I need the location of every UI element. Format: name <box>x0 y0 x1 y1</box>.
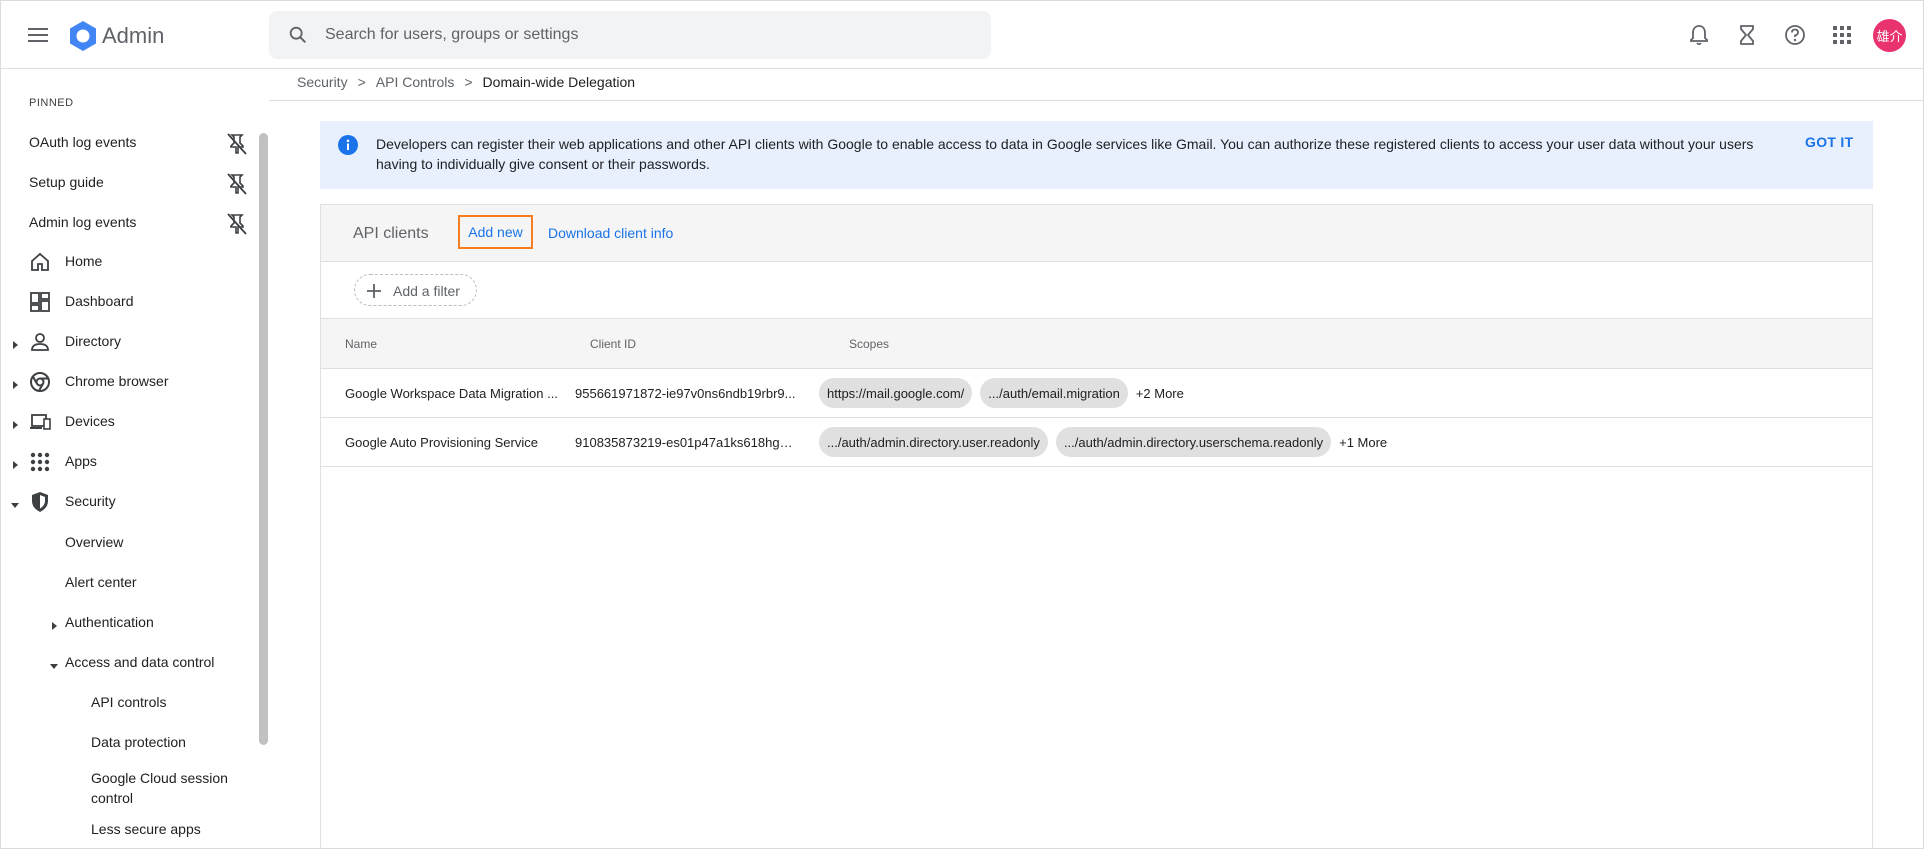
add-filter-label: Add a filter <box>393 283 460 299</box>
breadcrumb-separator: > <box>357 74 366 90</box>
scope-chip: .../auth/email.migration <box>980 378 1128 408</box>
sidebar-item-access-and-data-control[interactable]: Access and data control <box>65 654 214 670</box>
caret-down-icon[interactable] <box>10 497 20 508</box>
caret-right-icon[interactable] <box>10 457 20 469</box>
avatar[interactable]: 雄介 <box>1873 19 1906 52</box>
sidebar-item-overview[interactable]: Overview <box>65 534 123 550</box>
client-name: Google Workspace Data Migration ... <box>345 386 558 401</box>
filter-row: Add a filter <box>321 262 1872 319</box>
scopes-list: .../auth/admin.directory.user.readonly .… <box>819 427 1387 457</box>
sidebar-item-api-controls[interactable]: API controls <box>91 694 166 710</box>
sidebar-item-devices[interactable]: Devices <box>1 404 261 440</box>
api-clients-panel: API clients Add new Download client info… <box>320 204 1873 848</box>
home-icon <box>28 250 52 274</box>
apps-icon <box>28 450 52 474</box>
pinned-item-setup-guide[interactable]: Setup guide <box>29 174 104 190</box>
app-title[interactable]: Admin <box>102 23 164 49</box>
add-filter-button[interactable]: Add a filter <box>354 274 477 306</box>
search-bar[interactable] <box>269 11 991 59</box>
unpin-icon[interactable] <box>224 131 250 157</box>
column-header-name[interactable]: Name <box>345 337 377 351</box>
sidebar-item-alert-center[interactable]: Alert center <box>65 574 137 590</box>
banner-text: Developers can register their web applic… <box>376 136 1754 172</box>
chrome-icon <box>28 370 52 394</box>
dashboard-icon <box>28 290 52 314</box>
table-row[interactable]: Google Workspace Data Migration ... 9556… <box>321 369 1872 418</box>
sidebar-item-google-cloud-session-control[interactable]: Google Cloud session control <box>91 768 241 808</box>
bell-icon[interactable] <box>1684 20 1714 50</box>
sidebar-item-directory[interactable]: Directory <box>1 324 261 360</box>
caret-right-icon[interactable] <box>10 377 20 389</box>
pinned-label: PINNED <box>29 97 74 109</box>
panel-header: API clients Add new Download client info <box>321 205 1872 262</box>
sidebar-item-authentication[interactable]: Authentication <box>65 614 154 630</box>
column-header-scopes[interactable]: Scopes <box>849 337 889 351</box>
more-scopes-link[interactable]: +1 More <box>1339 435 1387 450</box>
sidebar-item-chrome-browser[interactable]: Chrome browser <box>1 364 261 400</box>
search-input[interactable] <box>325 11 965 59</box>
scope-chip: https://mail.google.com/ <box>819 378 973 408</box>
help-icon[interactable] <box>1780 20 1810 50</box>
info-icon <box>338 135 358 155</box>
panel-title: API clients <box>353 225 429 242</box>
menu-icon[interactable] <box>23 21 53 49</box>
scopes-list: https://mail.google.com/ .../auth/email.… <box>819 378 1184 408</box>
person-icon <box>28 330 52 354</box>
caret-right-icon[interactable] <box>10 337 20 349</box>
caret-down-icon[interactable] <box>49 658 59 669</box>
divider <box>269 100 1923 101</box>
unpin-icon[interactable] <box>224 171 250 197</box>
sidebar-item-data-protection[interactable]: Data protection <box>91 734 186 750</box>
top-bar: Admin 雄介 <box>1 1 1923 69</box>
client-name: Google Auto Provisioning Service <box>345 435 538 450</box>
shield-icon <box>28 490 52 514</box>
pinned-item-admin-log-events[interactable]: Admin log events <box>29 214 136 230</box>
got-it-button[interactable]: GOT IT <box>1805 134 1853 150</box>
plus-icon <box>365 282 383 300</box>
client-id: 955661971872-ie97v0ns6ndb19rbr9... <box>575 386 796 401</box>
client-id: 910835873219-es01p47a1ks618hgp... <box>575 435 797 450</box>
sidebar-item-dashboard[interactable]: Dashboard <box>1 284 261 320</box>
caret-right-icon[interactable] <box>10 417 20 429</box>
scope-chip: .../auth/admin.directory.user.readonly <box>819 427 1048 457</box>
apps-grid-icon[interactable] <box>1827 20 1857 50</box>
hourglass-icon[interactable] <box>1732 20 1762 50</box>
app-window: Admin 雄介 PINNED OAuth log events <box>0 0 1924 849</box>
sidebar-scrollbar[interactable] <box>259 133 268 745</box>
breadcrumb-current: Domain-wide Delegation <box>482 74 636 90</box>
search-icon[interactable] <box>287 24 309 46</box>
devices-icon <box>28 410 52 434</box>
info-banner: Developers can register their web applic… <box>320 121 1873 189</box>
table-header: Name Client ID Scopes <box>321 319 1872 369</box>
scope-chip: .../auth/admin.directory.userschema.read… <box>1055 427 1332 457</box>
breadcrumb-separator: > <box>464 74 473 90</box>
admin-logo-icon[interactable] <box>67 20 99 52</box>
sidebar-item-less-secure-apps[interactable]: Less secure apps <box>91 821 201 837</box>
unpin-icon[interactable] <box>224 211 250 237</box>
breadcrumb-security[interactable]: Security <box>297 74 348 90</box>
add-new-button[interactable]: Add new <box>458 215 533 249</box>
sidebar-item-security[interactable]: Security <box>1 484 261 520</box>
breadcrumb: Security > API Controls > Domain-wide De… <box>297 74 635 90</box>
breadcrumb-api-controls[interactable]: API Controls <box>376 74 455 90</box>
pinned-item-oauth-log-events[interactable]: OAuth log events <box>29 134 136 150</box>
caret-right-icon[interactable] <box>49 618 59 630</box>
column-header-client-id[interactable]: Client ID <box>590 337 636 351</box>
table-row[interactable]: Google Auto Provisioning Service 9108358… <box>321 418 1872 467</box>
sidebar-item-home[interactable]: Home <box>1 244 261 280</box>
download-client-info-link[interactable]: Download client info <box>548 225 673 241</box>
sidebar-item-apps[interactable]: Apps <box>1 444 261 480</box>
more-scopes-link[interactable]: +2 More <box>1136 386 1184 401</box>
sidebar: PINNED OAuth log events Setup guide Admi… <box>1 69 269 848</box>
